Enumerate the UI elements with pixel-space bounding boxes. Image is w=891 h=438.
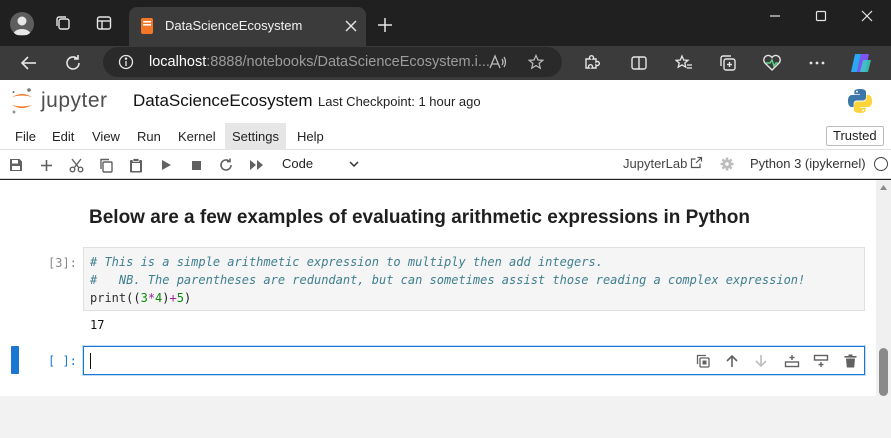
copy-icon[interactable] bbox=[96, 155, 116, 175]
run-icon[interactable] bbox=[156, 155, 176, 175]
code-paren-close: ) bbox=[162, 291, 170, 305]
kernel-status-icon bbox=[874, 157, 888, 171]
cut-icon[interactable] bbox=[66, 155, 86, 175]
code-cell-editor[interactable]: # This is a simple arithmetic expression… bbox=[83, 247, 865, 311]
extensions-icon[interactable] bbox=[576, 48, 606, 78]
url-host: localhost bbox=[149, 54, 207, 70]
address-bar[interactable]: localhost:8888/notebooks/DataScienceEcos… bbox=[103, 47, 562, 77]
add-cell-icon[interactable] bbox=[36, 155, 56, 175]
code-line-1: # This is a simple arithmetic expression… bbox=[90, 255, 603, 269]
code-fn: print bbox=[90, 291, 127, 305]
move-up-icon[interactable] bbox=[723, 352, 741, 370]
delete-cell-icon[interactable] bbox=[841, 352, 859, 370]
restart-icon[interactable] bbox=[216, 155, 236, 175]
external-link-icon[interactable] bbox=[690, 156, 703, 169]
menu-view[interactable]: View bbox=[85, 123, 127, 150]
jupyter-header: jupyter DataScienceEcosystem Last Checkp… bbox=[0, 80, 891, 123]
split-screen-icon[interactable] bbox=[624, 48, 654, 78]
menu-settings[interactable]: Settings bbox=[225, 123, 286, 150]
code-paren-open: (( bbox=[126, 291, 141, 305]
site-info-icon[interactable] bbox=[117, 53, 135, 71]
notebook-title[interactable]: DataScienceEcosystem bbox=[133, 91, 313, 111]
notebook-favicon bbox=[139, 17, 155, 35]
python-logo-icon bbox=[847, 88, 873, 114]
minimize-icon[interactable] bbox=[752, 0, 798, 32]
refresh-icon[interactable] bbox=[58, 48, 88, 78]
url-text: localhost:8888/notebooks/DataScienceEcos… bbox=[149, 54, 490, 70]
active-cell-marker bbox=[11, 346, 19, 374]
collections-icon[interactable] bbox=[713, 48, 743, 78]
code-cell-prompt: [3]: bbox=[48, 256, 77, 270]
stop-icon[interactable] bbox=[186, 155, 206, 175]
save-icon[interactable] bbox=[6, 155, 26, 175]
code-number: 5 bbox=[176, 291, 184, 305]
scrollbar[interactable] bbox=[876, 180, 891, 396]
maximize-icon[interactable] bbox=[798, 0, 844, 32]
paste-icon[interactable] bbox=[126, 155, 146, 175]
gear-icon[interactable] bbox=[720, 157, 734, 171]
move-down-icon[interactable] bbox=[752, 352, 770, 370]
read-aloud-icon[interactable] bbox=[489, 53, 507, 71]
menu-help[interactable]: Help bbox=[290, 123, 331, 150]
close-icon[interactable] bbox=[342, 17, 360, 35]
code-operator: + bbox=[169, 291, 177, 305]
menu-run[interactable]: Run bbox=[130, 123, 168, 150]
markdown-heading: Below are a few examples of evaluating a… bbox=[89, 207, 750, 228]
menu-file[interactable]: File bbox=[8, 123, 43, 150]
cell-output: 17 bbox=[90, 318, 105, 332]
text-cursor bbox=[90, 353, 91, 369]
back-icon[interactable] bbox=[14, 48, 44, 78]
jupyter-logo[interactable]: jupyter bbox=[10, 86, 122, 116]
jupyterlab-link-label: JupyterLab bbox=[623, 156, 688, 171]
cell-type-select[interactable]: Code bbox=[282, 156, 313, 171]
tab-actions-icon[interactable] bbox=[89, 8, 119, 38]
favorite-icon[interactable] bbox=[527, 53, 545, 71]
last-checkpoint: Last Checkpoint: 1 hour ago bbox=[318, 94, 481, 109]
browser-titlebar: DataScienceEcosystem bbox=[0, 0, 891, 46]
trusted-badge[interactable]: Trusted bbox=[826, 126, 884, 146]
empty-cell-prompt: [ ]: bbox=[48, 354, 77, 368]
code-operator: * bbox=[147, 291, 156, 305]
more-icon[interactable] bbox=[802, 48, 832, 78]
browser-toolbar: localhost:8888/notebooks/DataScienceEcos… bbox=[0, 46, 891, 80]
browser-essentials-icon[interactable] bbox=[757, 48, 787, 78]
tab-title: DataScienceEcosystem bbox=[165, 18, 303, 33]
menu-edit[interactable]: Edit bbox=[45, 123, 81, 150]
scrollbar-thumb[interactable] bbox=[879, 348, 888, 396]
url-path: :8888/notebooks/DataScienceEcosystem.i..… bbox=[206, 54, 490, 70]
jupyter-logo-text: jupyter bbox=[41, 89, 108, 112]
profile-avatar[interactable] bbox=[10, 12, 34, 36]
browser-tab[interactable]: DataScienceEcosystem bbox=[129, 7, 366, 46]
empty-code-cell-editor[interactable] bbox=[83, 346, 865, 375]
copilot-icon[interactable] bbox=[846, 48, 876, 78]
insert-above-icon[interactable] bbox=[783, 352, 801, 370]
code-line-2: # NB. The parentheses are redundant, but… bbox=[90, 273, 806, 287]
code-paren-close: ) bbox=[183, 291, 192, 305]
insert-below-icon[interactable] bbox=[812, 352, 830, 370]
workspaces-icon[interactable] bbox=[48, 8, 78, 38]
page-bottom bbox=[0, 396, 891, 438]
notebook-panel: Below are a few examples of evaluating a… bbox=[0, 180, 891, 396]
favorites-icon[interactable] bbox=[669, 48, 699, 78]
menu-bar: File Edit View Run Kernel Settings Help … bbox=[0, 123, 891, 150]
duplicate-cell-icon[interactable] bbox=[694, 352, 712, 370]
fast-forward-icon[interactable] bbox=[246, 155, 266, 175]
notebook-toolbar: Code JupyterLab Python 3 (ipykernel) bbox=[0, 150, 891, 179]
code-number: 3 bbox=[140, 291, 148, 305]
chevron-down-icon[interactable] bbox=[348, 158, 360, 170]
code-line-3: print((3*4)+5) bbox=[90, 289, 864, 307]
jupyterlab-link[interactable]: JupyterLab bbox=[623, 156, 687, 171]
new-tab-icon[interactable] bbox=[372, 12, 398, 38]
window-close-icon[interactable] bbox=[844, 0, 890, 32]
kernel-name[interactable]: Python 3 (ipykernel) bbox=[750, 156, 866, 171]
menu-kernel[interactable]: Kernel bbox=[171, 123, 223, 150]
